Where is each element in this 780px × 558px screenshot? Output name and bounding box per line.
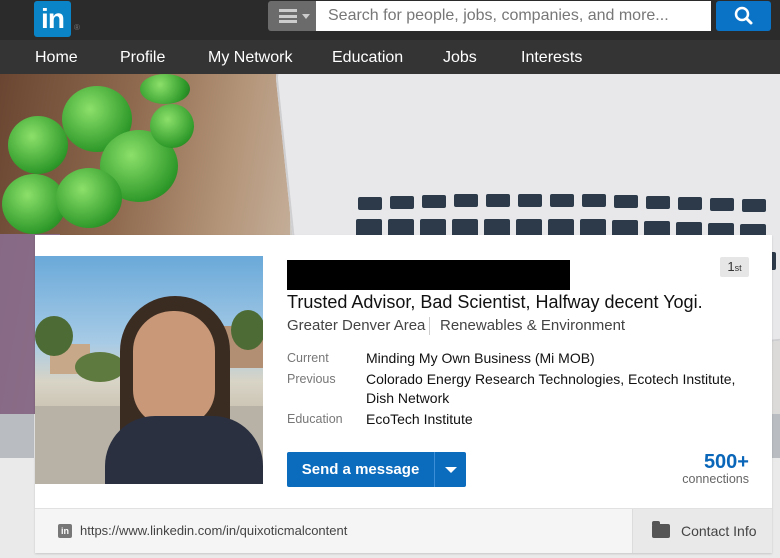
- linkedin-logo[interactable]: in: [34, 1, 71, 37]
- top-bar: in ®: [0, 0, 780, 40]
- search-category-dropdown[interactable]: [268, 1, 316, 31]
- nav-my-network[interactable]: My Network: [208, 49, 292, 67]
- search-input[interactable]: [316, 1, 711, 31]
- banner-succulent: [8, 116, 68, 174]
- page-band-left: [0, 414, 34, 458]
- education-value[interactable]: EcoTech Institute: [366, 410, 746, 429]
- linkedin-icon: in: [58, 524, 72, 538]
- nav-jobs[interactable]: Jobs: [443, 49, 477, 67]
- send-message-button[interactable]: Send a message: [287, 452, 434, 487]
- nav-education[interactable]: Education: [332, 49, 403, 67]
- education-label: Education: [287, 412, 343, 426]
- profile-location[interactable]: Greater Denver Area: [287, 317, 425, 334]
- divider: [429, 317, 430, 335]
- profile-photo[interactable]: [35, 256, 263, 484]
- nav-home[interactable]: Home: [35, 49, 78, 67]
- nav-interests[interactable]: Interests: [521, 49, 582, 67]
- profile-name-redacted: [287, 260, 570, 290]
- chevron-down-icon: [302, 14, 310, 19]
- previous-label: Previous: [287, 372, 336, 386]
- menu-icon: [279, 9, 297, 23]
- send-message-dropdown[interactable]: [434, 452, 466, 487]
- search-button[interactable]: [716, 1, 771, 31]
- nav-profile[interactable]: Profile: [120, 49, 165, 67]
- profile-card: 1st Trusted Advisor, Bad Scientist, Half…: [35, 235, 772, 553]
- current-position[interactable]: Minding My Own Business (Mi MOB): [366, 349, 746, 368]
- contact-card-icon: [652, 521, 670, 538]
- profile-footer: in https://www.linkedin.com/in/quixoticm…: [35, 508, 772, 553]
- connections-label: connections: [682, 472, 749, 486]
- page-band-right: [772, 414, 780, 458]
- profile-headline: Trusted Advisor, Bad Scientist, Halfway …: [287, 292, 703, 312]
- public-profile-url[interactable]: https://www.linkedin.com/in/quixoticmalc…: [80, 523, 347, 538]
- connections-count[interactable]: 500+: [689, 451, 749, 474]
- current-label: Current: [287, 351, 329, 365]
- connection-degree-badge: 1st: [720, 257, 749, 277]
- main-nav: Home Profile My Network Education Jobs I…: [0, 40, 780, 74]
- contact-info-button[interactable]: Contact Info: [632, 509, 772, 553]
- previous-positions[interactable]: Colorado Energy Research Technologies, E…: [366, 370, 746, 408]
- chevron-down-icon: [445, 467, 457, 473]
- search-icon: [734, 6, 753, 25]
- registered-mark-icon: ®: [74, 23, 80, 32]
- contact-info-label: Contact Info: [681, 523, 757, 539]
- profile-industry[interactable]: Renewables & Environment: [440, 317, 625, 334]
